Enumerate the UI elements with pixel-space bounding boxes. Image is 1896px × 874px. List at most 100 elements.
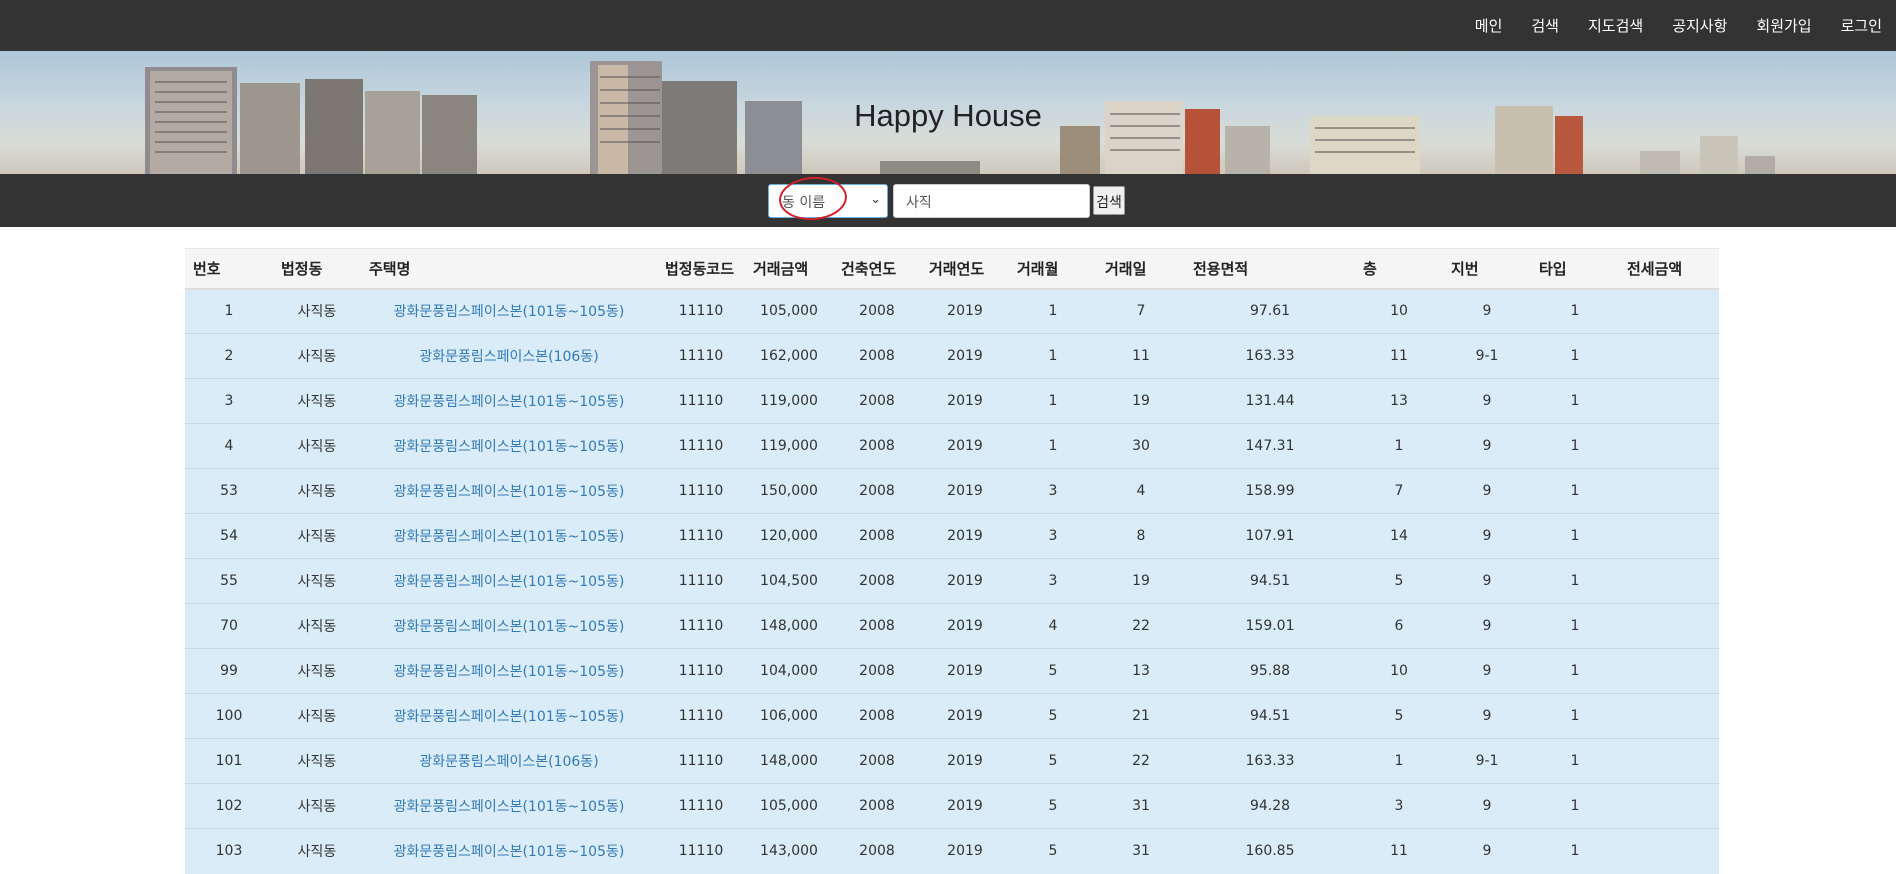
table-cell-col-deal-year: 2019 [921, 378, 1009, 424]
table-row: 103 사직동 광화문풍림스페이스본(101동~105동) 11110 143,000 2… [185, 828, 1719, 874]
table-cell-col-dong-code: 11110 [657, 648, 745, 694]
table-cell-col-built-year: 2008 [833, 468, 921, 514]
table-cell-col-no: 2 [185, 333, 273, 379]
table-cell-col-jibun: 9-1 [1443, 333, 1531, 379]
table-cell-col-house-name[interactable]: 광화문풍림스페이스본(101동~105동) [361, 513, 657, 559]
search-input[interactable]: 사직 [893, 184, 1090, 218]
table-cell-col-dong: 사직동 [273, 738, 361, 784]
table-cell-col-no: 1 [185, 288, 273, 334]
table-header-col-rent-price: 전세금액 [1619, 248, 1719, 290]
table-cell-col-deal-year: 2019 [921, 558, 1009, 604]
table-row: 100 사직동 광화문풍림스페이스본(101동~105동) 11110 106,000 2… [185, 693, 1719, 739]
table-cell-col-type: 1 [1531, 423, 1619, 469]
table-cell-col-deal-month: 3 [1009, 513, 1097, 559]
table-cell-col-dong-code: 11110 [657, 288, 745, 334]
site-title: Happy House [854, 98, 1042, 133]
table-cell-col-area: 159.01 [1185, 603, 1355, 649]
table-cell-col-jibun: 9 [1443, 603, 1531, 649]
table-cell-col-floor: 7 [1355, 468, 1443, 514]
table-cell-col-house-name[interactable]: 광화문풍림스페이스본(101동~105동) [361, 558, 657, 604]
table-cell-col-dong: 사직동 [273, 648, 361, 694]
table-cell-col-type: 1 [1531, 558, 1619, 604]
nav-item-main[interactable]: 메인 [1475, 15, 1503, 36]
table-cell-col-dong: 사직동 [273, 333, 361, 379]
nav-item-map-search[interactable]: 지도검색 [1588, 15, 1643, 36]
table-cell-col-type: 1 [1531, 783, 1619, 829]
table-cell-col-price: 162,000 [745, 333, 833, 379]
table-cell-col-house-name[interactable]: 광화문풍림스페이스본(101동~105동) [361, 693, 657, 739]
table-header-col-dong: 법정동 [273, 248, 361, 290]
table-cell-col-deal-day: 22 [1097, 738, 1185, 784]
table-cell-col-no: 101 [185, 738, 273, 784]
table-cell-col-deal-month: 1 [1009, 378, 1097, 424]
table-cell-col-built-year: 2008 [833, 513, 921, 559]
nav-item-notice[interactable]: 공지사항 [1672, 15, 1727, 36]
table-cell-col-deal-day: 31 [1097, 783, 1185, 829]
table-cell-col-deal-month: 3 [1009, 468, 1097, 514]
table-cell-col-area: 95.88 [1185, 648, 1355, 694]
table-cell-col-house-name[interactable]: 광화문풍림스페이스본(101동~105동) [361, 378, 657, 424]
table-cell-col-deal-month: 1 [1009, 288, 1097, 334]
table-cell-col-floor: 14 [1355, 513, 1443, 559]
table-cell-col-jibun: 9 [1443, 783, 1531, 829]
table-cell-col-area: 94.51 [1185, 693, 1355, 739]
table-cell-col-deal-month: 5 [1009, 693, 1097, 739]
table-cell-col-built-year: 2008 [833, 738, 921, 784]
table-cell-col-no: 103 [185, 828, 273, 874]
table-cell-col-deal-month: 5 [1009, 783, 1097, 829]
nav-item-search[interactable]: 검색 [1531, 15, 1559, 36]
table-cell-col-house-name[interactable]: 광화문풍림스페이스본(106동) [361, 738, 657, 784]
table-cell-col-rent-price [1619, 333, 1719, 379]
table-cell-col-no: 54 [185, 513, 273, 559]
table-cell-col-floor: 3 [1355, 783, 1443, 829]
table-cell-col-price: 148,000 [745, 603, 833, 649]
table-cell-col-deal-year: 2019 [921, 783, 1009, 829]
table-cell-col-deal-year: 2019 [921, 828, 1009, 874]
table-cell-col-jibun: 9-1 [1443, 738, 1531, 784]
table-cell-col-house-name[interactable]: 광화문풍림스페이스본(101동~105동) [361, 648, 657, 694]
search-type-select[interactable]: 동 이름 ⌄ [768, 184, 888, 218]
table-cell-col-floor: 5 [1355, 693, 1443, 739]
table-cell-col-floor: 1 [1355, 423, 1443, 469]
table-header-col-price: 거래금액 [745, 248, 833, 290]
table-cell-col-price: 143,000 [745, 828, 833, 874]
nav-item-login[interactable]: 로그인 [1841, 15, 1882, 36]
table-cell-col-dong: 사직동 [273, 828, 361, 874]
table-cell-col-dong-code: 11110 [657, 603, 745, 649]
table-cell-col-house-name[interactable]: 광화문풍림스페이스본(101동~105동) [361, 423, 657, 469]
table-cell-col-price: 104,500 [745, 558, 833, 604]
table-cell-col-deal-month: 3 [1009, 558, 1097, 604]
table-cell-col-deal-month: 5 [1009, 648, 1097, 694]
table-cell-col-dong-code: 11110 [657, 693, 745, 739]
table-cell-col-deal-year: 2019 [921, 738, 1009, 784]
table-cell-col-no: 70 [185, 603, 273, 649]
table-cell-col-house-name[interactable]: 광화문풍림스페이스본(106동) [361, 333, 657, 379]
search-button[interactable]: 검색 [1093, 186, 1125, 215]
table-cell-col-type: 1 [1531, 603, 1619, 649]
table-cell-col-deal-year: 2019 [921, 288, 1009, 334]
table-cell-col-house-name[interactable]: 광화문풍림스페이스본(101동~105동) [361, 603, 657, 649]
table-cell-col-house-name[interactable]: 광화문풍림스페이스본(101동~105동) [361, 783, 657, 829]
table-header-row: 번호 법정동 주택명 법정동코드 거래금액 건축연도 거래연도 거래월 거래일 전용면적 층 지번 타입… [185, 248, 1719, 290]
table-cell-col-deal-day: 19 [1097, 378, 1185, 424]
table-cell-col-floor: 6 [1355, 603, 1443, 649]
table-row: 54 사직동 광화문풍림스페이스본(101동~105동) 11110 120,000 20… [185, 513, 1719, 559]
table-cell-col-deal-day: 30 [1097, 423, 1185, 469]
table-cell-col-house-name[interactable]: 광화문풍림스페이스본(101동~105동) [361, 288, 657, 334]
table-row: 1 사직동 광화문풍림스페이스본(101동~105동) 11110 105,000 200… [185, 288, 1719, 334]
table-cell-col-house-name[interactable]: 광화문풍림스페이스본(101동~105동) [361, 828, 657, 874]
table-cell-col-dong: 사직동 [273, 288, 361, 334]
table-row: 55 사직동 광화문풍림스페이스본(101동~105동) 11110 104,500 20… [185, 558, 1719, 604]
table-cell-col-jibun: 9 [1443, 648, 1531, 694]
table-cell-col-deal-month: 5 [1009, 828, 1097, 874]
table-cell-col-deal-day: 21 [1097, 693, 1185, 739]
table-cell-col-rent-price [1619, 378, 1719, 424]
table-cell-col-dong: 사직동 [273, 783, 361, 829]
nav-item-signup[interactable]: 회원가입 [1756, 15, 1811, 36]
table-cell-col-house-name[interactable]: 광화문풍림스페이스본(101동~105동) [361, 468, 657, 514]
table-row: 99 사직동 광화문풍림스페이스본(101동~105동) 11110 104,000 20… [185, 648, 1719, 694]
table-row: 70 사직동 광화문풍림스페이스본(101동~105동) 11110 148,000 20… [185, 603, 1719, 649]
table-cell-col-type: 1 [1531, 513, 1619, 559]
table-cell-col-deal-year: 2019 [921, 333, 1009, 379]
table-cell-col-rent-price [1619, 558, 1719, 604]
